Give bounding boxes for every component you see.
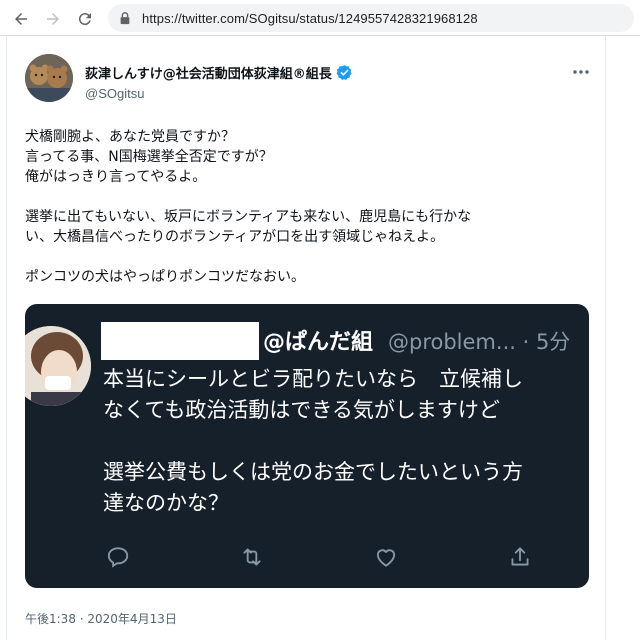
tweet-line: い、大橋昌信べったりのボランティアが口を出す領域じゃねえよ。 — [25, 229, 445, 245]
tweet-timestamp[interactable]: 午後1:38 · 2020年4月13日 — [25, 610, 177, 627]
quoted-line: 選挙公費もしくは党のお金でしたいという方 — [103, 460, 523, 484]
retweet-icon — [237, 542, 267, 572]
tweet-line: 犬橋剛腕よ、あなた党員ですか？ — [25, 129, 235, 145]
address-bar[interactable]: https://twitter.com/SOgitsu/status/12495… — [108, 4, 634, 32]
quoted-display-name: @ぱんだ組 — [263, 330, 374, 355]
lock-icon — [120, 12, 130, 25]
more-dots-icon[interactable] — [569, 64, 593, 80]
tweet-line: 選挙に出てもいない、坂戸にボランティアも来ない、鹿児島にも行かな — [25, 209, 472, 225]
tweet-line: 俺がはっきり言ってやるよ。 — [25, 169, 207, 185]
display-name-text[interactable]: 荻津しんすけ@社会活動団体荻津組®組長 — [85, 63, 332, 82]
quoted-line: なくても政治活動はできる気がしますけど — [103, 398, 500, 422]
page-background — [606, 36, 640, 640]
share-icon — [505, 542, 535, 572]
tweet-line: 言ってる事、N国梅選挙全否定ですが？ — [25, 149, 273, 165]
tweet-line: ポンコツの犬はやっぱりポンコツだなおい。 — [25, 269, 305, 285]
avatar[interactable] — [25, 54, 73, 102]
browser-toolbar: https://twitter.com/SOgitsu/status/12495… — [0, 0, 640, 36]
quoted-line: 達なのかな？ — [103, 491, 229, 515]
redaction-box — [101, 322, 259, 360]
quoted-handle: @problem... · 5分 — [388, 330, 571, 354]
quoted-line: 本当にシールとビラ配りたいなら 立候補し — [103, 367, 523, 391]
reply-icon — [103, 542, 133, 572]
forward-arrow-icon[interactable] — [42, 8, 64, 30]
url-text[interactable]: https://twitter.com/SOgitsu/status/12495… — [142, 11, 478, 26]
display-name[interactable]: 荻津しんすけ@社会活動団体荻津組®組長 — [85, 63, 353, 82]
quoted-action-bar — [25, 542, 589, 572]
quoted-tweet-image[interactable]: @ぱんだ組 @problem... · 5分 本当にシールとビラ配りたいなら 立… — [25, 304, 589, 588]
verified-badge-icon — [336, 65, 352, 80]
quoted-avatar — [25, 326, 91, 406]
back-arrow-icon[interactable] — [10, 8, 32, 30]
quoted-text: 本当にシールとビラ配りたいなら 立候補し なくても政治活動はできる気がしますけど… — [103, 364, 589, 519]
tweet-card: 荻津しんすけ@社会活動団体荻津組®組長 @SOgitsu 犬橋剛腕よ、あなた党員… — [6, 36, 606, 640]
like-icon — [371, 542, 401, 572]
user-handle[interactable]: @SOgitsu — [85, 86, 144, 101]
tweet-text: 犬橋剛腕よ、あなた党員ですか？ 言ってる事、N国梅選挙全否定ですが？ 俺がはっき… — [25, 127, 597, 287]
reload-icon[interactable] — [74, 8, 96, 30]
